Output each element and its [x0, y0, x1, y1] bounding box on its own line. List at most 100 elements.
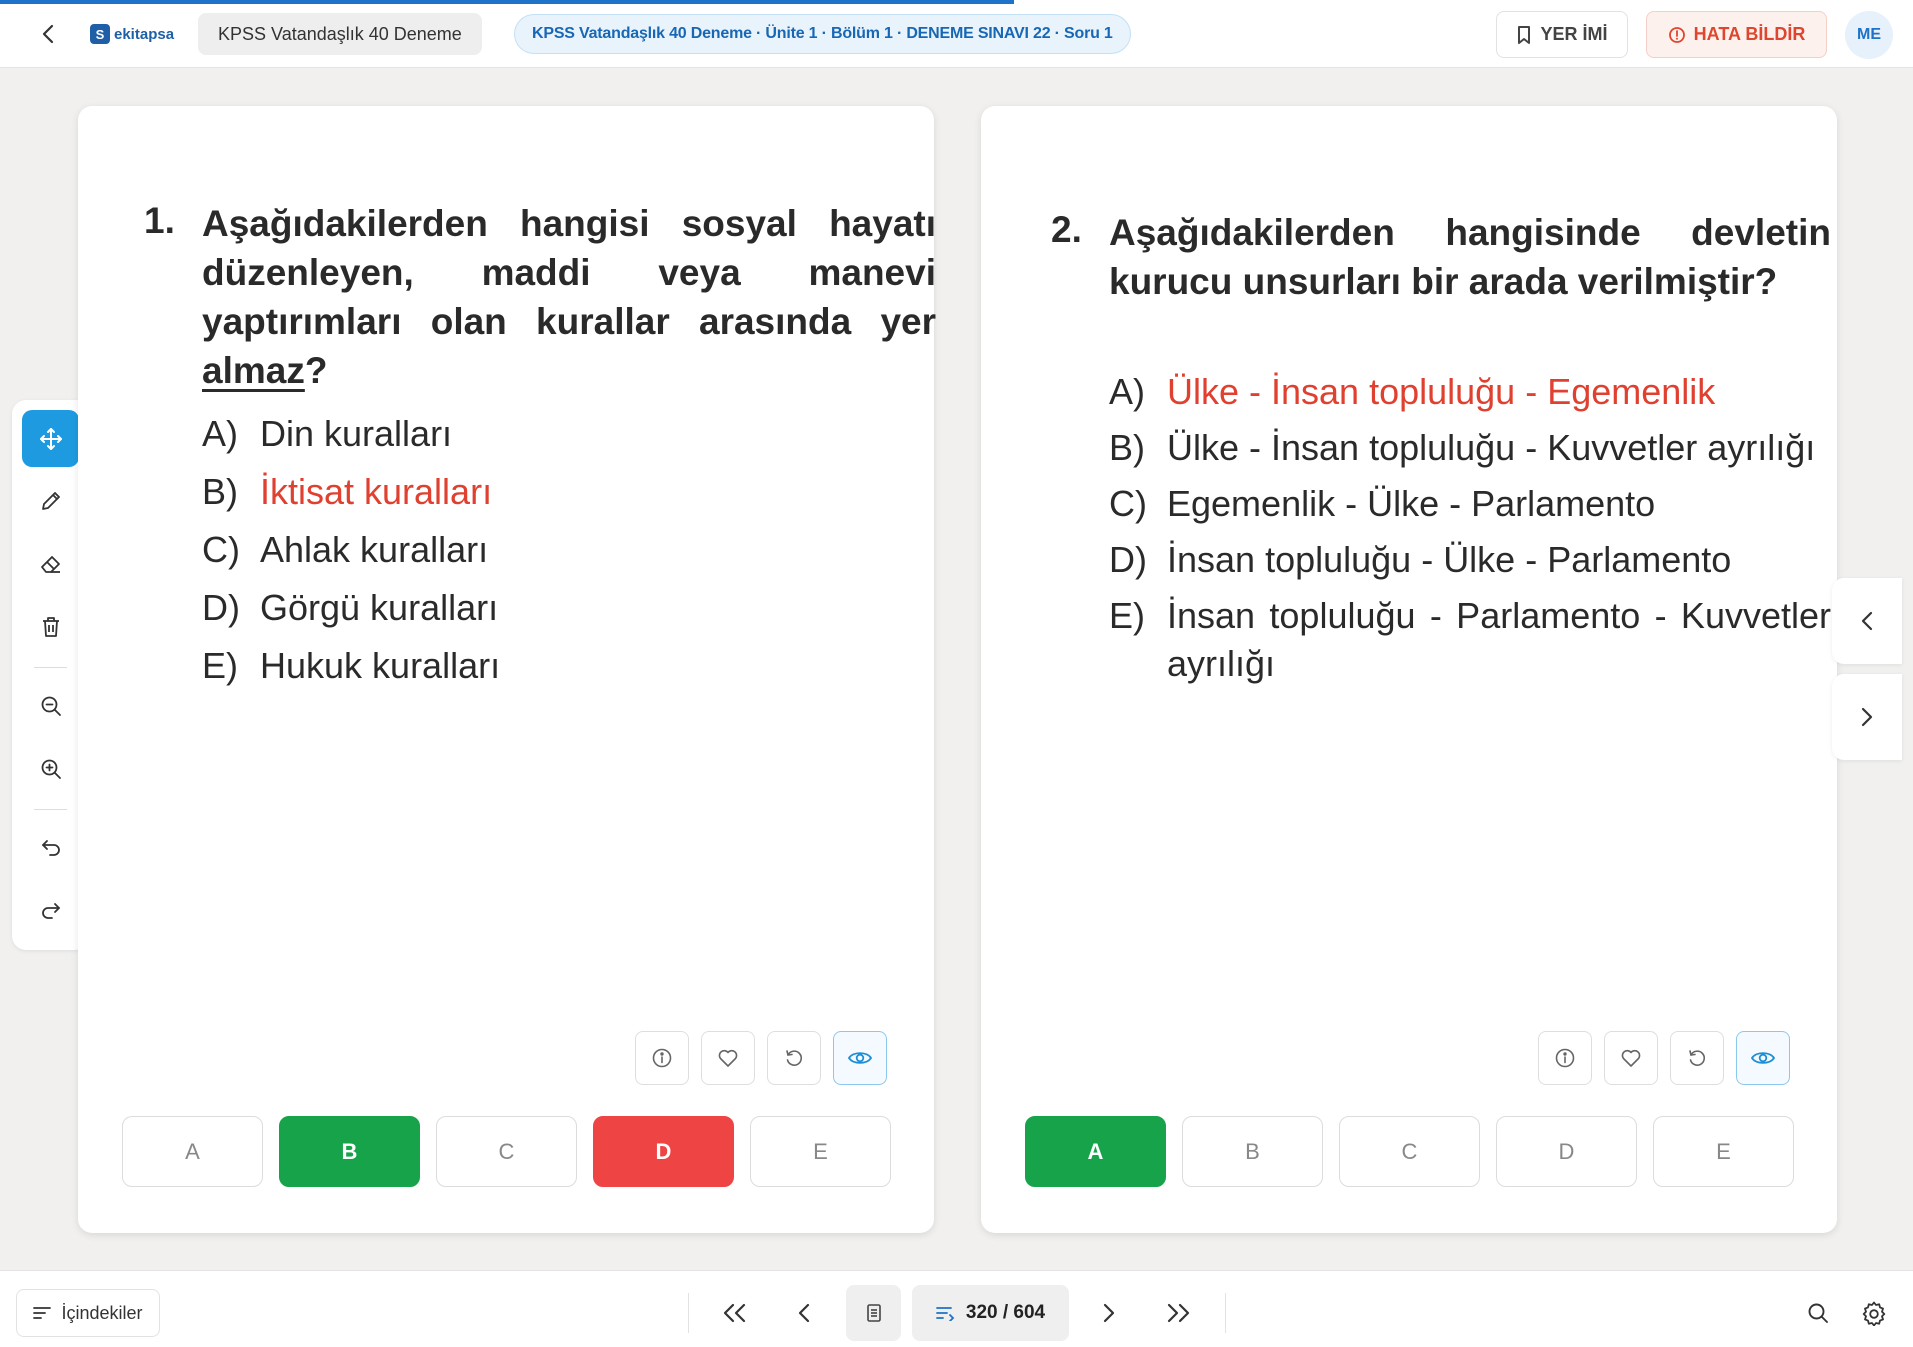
show-answer-button[interactable] [833, 1031, 887, 1085]
book-title-chip[interactable]: KPSS Vatandaşlık 40 Deneme [198, 13, 482, 55]
option-letter: E) [1109, 595, 1145, 636]
option-letter: D) [1109, 539, 1147, 580]
first-page-button[interactable] [706, 1285, 762, 1341]
zoom-out-button[interactable] [22, 677, 79, 734]
reset-button[interactable] [767, 1031, 821, 1085]
toolbar-divider [34, 809, 67, 810]
option-d[interactable]: D) Görgü kuralları [202, 584, 922, 632]
option-c[interactable]: C) Egemenlik - Ülke - Parlamento [1109, 480, 1831, 528]
bookmark-button[interactable]: YER İMİ [1496, 11, 1628, 58]
back-button[interactable] [32, 18, 64, 50]
settings-button[interactable] [1852, 1291, 1896, 1335]
option-text: Ahlak kuralları [260, 529, 489, 570]
chevrons-right-icon [1165, 1302, 1193, 1324]
answer-buttons: A B C D E [1025, 1116, 1794, 1187]
answer-c-button[interactable]: C [436, 1116, 577, 1187]
search-button[interactable] [1796, 1291, 1840, 1335]
list-icon [33, 1306, 52, 1320]
report-label: HATA BİLDİR [1693, 24, 1806, 44]
eraser-tool-button[interactable] [22, 535, 79, 592]
answer-a-button[interactable]: A [1025, 1116, 1166, 1187]
zoom-out-icon [39, 694, 63, 718]
clear-tool-button[interactable] [22, 598, 79, 655]
option-a[interactable]: A) Din kuralları [202, 410, 922, 458]
answer-c-button[interactable]: C [1339, 1116, 1480, 1187]
answer-e-button[interactable]: E [750, 1116, 891, 1187]
gear-icon [1861, 1300, 1887, 1326]
table-of-contents-button[interactable]: İçindekiler [16, 1289, 160, 1337]
zoom-in-icon [39, 757, 63, 781]
option-list: A) Ülke - İnsan topluluğu - Egemenlik B) Ü… [1109, 368, 1831, 688]
bottom-bar: İçindekiler 320 / 604 [0, 1270, 1913, 1347]
option-text: Görgü kuralları [260, 587, 499, 628]
show-answer-button[interactable] [1736, 1031, 1790, 1085]
info-icon [651, 1047, 673, 1069]
option-e[interactable]: E) İnsan topluluğu - Parlamento - Kuv­vet… [1109, 592, 1831, 688]
option-text: Ülke - İnsan topluluğu - Egemenlik [1167, 371, 1716, 412]
answer-buttons: A B C D E [122, 1116, 891, 1187]
answer-b-button[interactable]: B [1182, 1116, 1323, 1187]
option-text: İnsan topluluğu - Parlamento - Kuv­vetle… [1167, 595, 1831, 684]
option-text: Hukuk kuralları [260, 645, 501, 686]
option-d[interactable]: D) İnsan topluluğu - Ülke - Parlamento [1109, 536, 1831, 584]
reset-button[interactable] [1670, 1031, 1724, 1085]
option-text: Ülke - İnsan topluluğu - Kuvvetler ayrıl… [1167, 427, 1816, 468]
reading-progress-bar [0, 0, 1014, 4]
page-view-button[interactable] [846, 1285, 901, 1341]
reset-icon [783, 1047, 805, 1069]
redo-button[interactable] [22, 881, 79, 938]
info-button[interactable] [635, 1031, 689, 1085]
report-error-button[interactable]: HATA BİLDİR [1646, 11, 1827, 58]
info-icon [1554, 1047, 1576, 1069]
question-text-underlined: almaz [202, 350, 305, 391]
heart-icon [1620, 1048, 1642, 1068]
favorite-button[interactable] [1604, 1031, 1658, 1085]
book-title: KPSS Vatandaşlık 40 Deneme [218, 23, 462, 44]
breadcrumb[interactable]: KPSS Vatandaşlık 40 Deneme · Ünite 1 · B… [514, 14, 1131, 54]
question-card-2: 2. Aşağıdakilerden hangisinde devletin k… [981, 106, 1837, 1233]
question-number: 2. [1051, 209, 1082, 250]
option-list: A) Din kuralları B) İktisat kuralları C) Ah… [202, 410, 922, 690]
chevron-right-icon [1860, 706, 1874, 728]
last-page-button[interactable] [1151, 1285, 1207, 1341]
option-a[interactable]: A) Ülke - İnsan topluluğu - Egemenlik [1109, 368, 1831, 416]
answer-d-button[interactable]: D [593, 1116, 734, 1187]
question-card-1: 1. Aşağıdakilerden hangisi sosyal ha­yat… [78, 106, 936, 1233]
option-letter: A) [1109, 371, 1145, 412]
logo-mark-icon: S [90, 24, 110, 44]
chevron-left-icon [41, 24, 55, 44]
answer-b-button[interactable]: B [279, 1116, 420, 1187]
option-e[interactable]: E) Hukuk kuralları [202, 642, 922, 690]
zoom-in-button[interactable] [22, 740, 79, 797]
undo-button[interactable] [22, 818, 79, 875]
user-avatar[interactable]: ME [1845, 11, 1893, 59]
answer-d-button[interactable]: D [1496, 1116, 1637, 1187]
page-counter[interactable]: 320 / 604 [912, 1285, 1069, 1341]
option-b[interactable]: B) Ülke - İnsan topluluğu - Kuvvetler ayr… [1109, 424, 1831, 472]
answer-e-button[interactable]: E [1653, 1116, 1794, 1187]
next-page-side-button[interactable] [1832, 674, 1902, 760]
page-number: 320 / 604 [965, 1302, 1046, 1323]
next-page-button[interactable] [1081, 1285, 1137, 1341]
toc-label: İçindekiler [61, 1302, 143, 1323]
pencil-tool-button[interactable] [22, 472, 79, 529]
option-b[interactable]: B) İktisat kuralları [202, 468, 922, 516]
option-letter: E) [202, 645, 238, 686]
brand-logo[interactable]: S ekitapsa [90, 22, 174, 46]
info-button[interactable] [1538, 1031, 1592, 1085]
pencil-icon [39, 489, 63, 513]
footer-divider [688, 1293, 689, 1333]
previous-page-button[interactable] [776, 1285, 832, 1341]
previous-page-side-button[interactable] [1832, 578, 1902, 664]
document-icon [866, 1303, 882, 1323]
chevrons-left-icon [720, 1302, 748, 1324]
option-letter: A) [202, 413, 238, 454]
breadcrumb-text: KPSS Vatandaşlık 40 Deneme · Ünite 1 · B… [532, 25, 1113, 42]
favorite-button[interactable] [701, 1031, 755, 1085]
move-tool-button[interactable] [22, 410, 79, 467]
option-c[interactable]: C) Ahlak kuralları [202, 526, 922, 574]
question-actions [1538, 1031, 1790, 1085]
answer-a-button[interactable]: A [122, 1116, 263, 1187]
option-letter: B) [1109, 427, 1145, 468]
redo-icon [39, 898, 63, 922]
